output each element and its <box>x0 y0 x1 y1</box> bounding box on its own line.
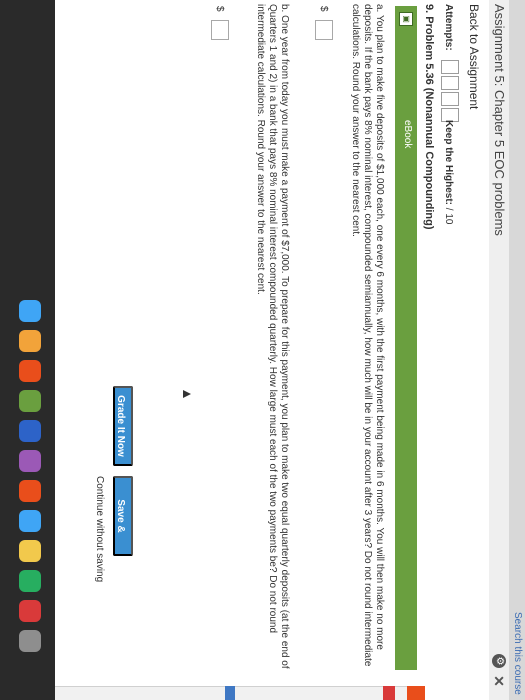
save-and-continue-button[interactable]: Save & Continue <box>95 476 133 556</box>
dock-app-icon[interactable] <box>19 330 41 352</box>
dock-app-icon[interactable] <box>19 480 41 502</box>
side-badge <box>383 686 395 700</box>
attempts-indicator <box>441 60 459 124</box>
grade-it-now-button[interactable]: Grade It Now <box>113 386 133 466</box>
answer-b-input[interactable] <box>211 20 229 40</box>
continue-without-saving-link[interactable]: Continue without saving <box>94 476 105 582</box>
dock-app-icon[interactable] <box>19 540 41 562</box>
rotated-screen: Search this course Assignment 5: Chapter… <box>0 0 525 700</box>
attempts-label: Attempts: <box>443 4 454 51</box>
back-to-assignment-link[interactable]: Back to Assignment <box>467 4 481 109</box>
dock-app-icon[interactable] <box>19 360 41 382</box>
ebook-label[interactable]: eBook <box>402 120 413 148</box>
dock-app-icon[interactable] <box>19 390 41 412</box>
ebook-icon: ▣ <box>399 12 413 26</box>
side-badge <box>407 686 425 700</box>
currency-symbol: $ <box>214 6 225 12</box>
answer-a-input[interactable] <box>315 20 333 40</box>
keep-highest-text: Keep the Highest: / 10 <box>443 120 454 224</box>
question-a-text: a. You plan to make five deposits of $1,… <box>350 4 385 667</box>
close-icon[interactable]: ✕ <box>491 674 507 688</box>
dock-app-icon[interactable] <box>19 510 41 532</box>
side-badge <box>225 686 235 700</box>
dock-app-icon[interactable] <box>19 600 41 622</box>
gear-icon[interactable]: ⚙ <box>492 654 506 668</box>
keep-highest-label: Keep the Highest: <box>443 120 454 206</box>
attempt-slot <box>441 60 459 74</box>
dock-app-icon[interactable] <box>19 630 41 652</box>
problem-title: 9. Problem 5.36 (Nonannual Compounding) <box>423 4 435 230</box>
ebook-bar[interactable]: ▣ eBook <box>395 6 417 670</box>
dock-app-icon[interactable] <box>19 450 41 472</box>
assignment-title: Assignment 5: Chapter 5 EOC problems <box>492 4 507 236</box>
question-b-text: b. One year from today you must make a p… <box>255 4 290 669</box>
dock-app-icon[interactable] <box>19 300 41 322</box>
browser-top-bar: Search this course <box>508 0 525 700</box>
mouse-cursor-icon <box>183 390 191 398</box>
keep-highest-value: / 10 <box>443 207 454 225</box>
attempt-slot <box>441 92 459 106</box>
dock-app-icon[interactable] <box>19 420 41 442</box>
attempt-slot <box>441 76 459 90</box>
search-course-link[interactable]: Search this course <box>512 612 523 695</box>
currency-symbol: $ <box>318 6 329 12</box>
dock-app-icon[interactable] <box>19 570 41 592</box>
